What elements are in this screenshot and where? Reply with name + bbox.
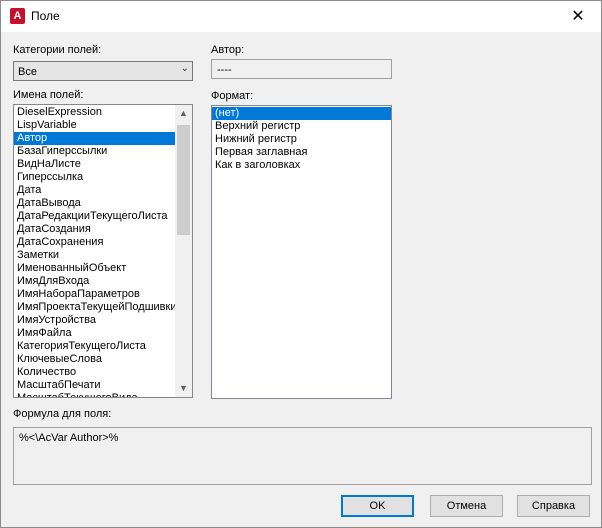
field-names-label: Имена полей: <box>13 89 84 101</box>
scroll-down-icon[interactable]: ▼ <box>175 380 192 397</box>
field-name-item[interactable]: Дата <box>14 184 175 197</box>
formula-label: Формула для поля: <box>13 408 112 420</box>
format-item[interactable]: Нижний регистр <box>212 133 391 146</box>
field-name-item[interactable]: DieselExpression <box>14 106 175 119</box>
format-item[interactable]: Верхний регистр <box>212 120 391 133</box>
format-item[interactable]: Первая заглавная <box>212 146 391 159</box>
field-name-item[interactable]: Гиперссылка <box>14 171 175 184</box>
window-title: Поле <box>31 9 60 23</box>
field-name-item[interactable]: БазаГиперссылки <box>14 145 175 158</box>
field-name-item[interactable]: ИмяДляВхода <box>14 275 175 288</box>
field-dialog: A Поле ✕ Категории полей: Все ⌄ Автор: -… <box>0 0 602 528</box>
field-names-scrollbar[interactable]: ▲ ▼ <box>175 105 192 397</box>
formula-field: %<\AcVar Author>% <box>13 427 592 485</box>
help-button[interactable]: Справка <box>517 495 590 517</box>
categories-dropdown[interactable]: Все ⌄ <box>13 61 193 81</box>
field-name-item[interactable]: ИменованныйОбъект <box>14 262 175 275</box>
autocad-app-icon: A <box>10 8 25 24</box>
chevron-down-icon: ⌄ <box>180 63 189 74</box>
field-name-item[interactable]: МасштабПечати <box>14 379 175 392</box>
field-name-item[interactable]: ВидНаЛисте <box>14 158 175 171</box>
field-names-items: DieselExpression LispVariable Автор БазаГип… <box>14 106 175 397</box>
categories-selected-value: Все <box>18 66 37 78</box>
author-value: ---- <box>217 64 232 76</box>
field-name-item[interactable]: LispVariable <box>14 119 175 132</box>
field-name-item[interactable]: Количество <box>14 366 175 379</box>
author-value-field: ---- <box>211 59 392 79</box>
field-name-item[interactable]: ДатаРедакцииТекущегоЛиста <box>14 210 175 223</box>
title-bar: A Поле ✕ <box>1 1 601 32</box>
ok-button[interactable]: OK <box>341 495 414 517</box>
format-list[interactable]: (нет) Верхний регистр Нижний регистр Первая… <box>211 105 392 399</box>
formula-value: %<\AcVar Author>% <box>19 432 119 444</box>
field-names-list[interactable]: DieselExpression LispVariable Автор БазаГип… <box>13 104 193 398</box>
field-name-item[interactable]: ДатаВывода <box>14 197 175 210</box>
format-item[interactable]: Как в заголовках <box>212 159 391 172</box>
scroll-thumb[interactable] <box>177 125 190 235</box>
field-name-item[interactable]: ДатаСохранения <box>14 236 175 249</box>
categories-label: Категории полей: <box>13 44 102 56</box>
format-item[interactable]: (нет) <box>212 107 391 120</box>
field-name-item[interactable]: ИмяУстройства <box>14 314 175 327</box>
field-name-item[interactable]: Заметки <box>14 249 175 262</box>
field-name-item[interactable]: ИмяФайла <box>14 327 175 340</box>
field-name-item[interactable]: Автор <box>14 132 175 145</box>
format-label: Формат: <box>211 90 254 102</box>
field-name-item[interactable]: ИмяПроектаТекущейПодшивки <box>14 301 175 314</box>
close-icon[interactable]: ✕ <box>555 1 601 32</box>
author-label: Автор: <box>211 44 245 56</box>
field-name-item[interactable]: КлючевыеСлова <box>14 353 175 366</box>
field-name-item[interactable]: МасштабТекущегоВида <box>14 392 175 397</box>
scroll-up-icon[interactable]: ▲ <box>175 105 192 122</box>
field-name-item[interactable]: КатегорияТекущегоЛиста <box>14 340 175 353</box>
field-name-item[interactable]: ДатаСоздания <box>14 223 175 236</box>
cancel-button[interactable]: Отмена <box>430 495 503 517</box>
format-items: (нет) Верхний регистр Нижний регистр Первая… <box>212 107 391 172</box>
field-name-item[interactable]: ИмяНабораПараметров <box>14 288 175 301</box>
